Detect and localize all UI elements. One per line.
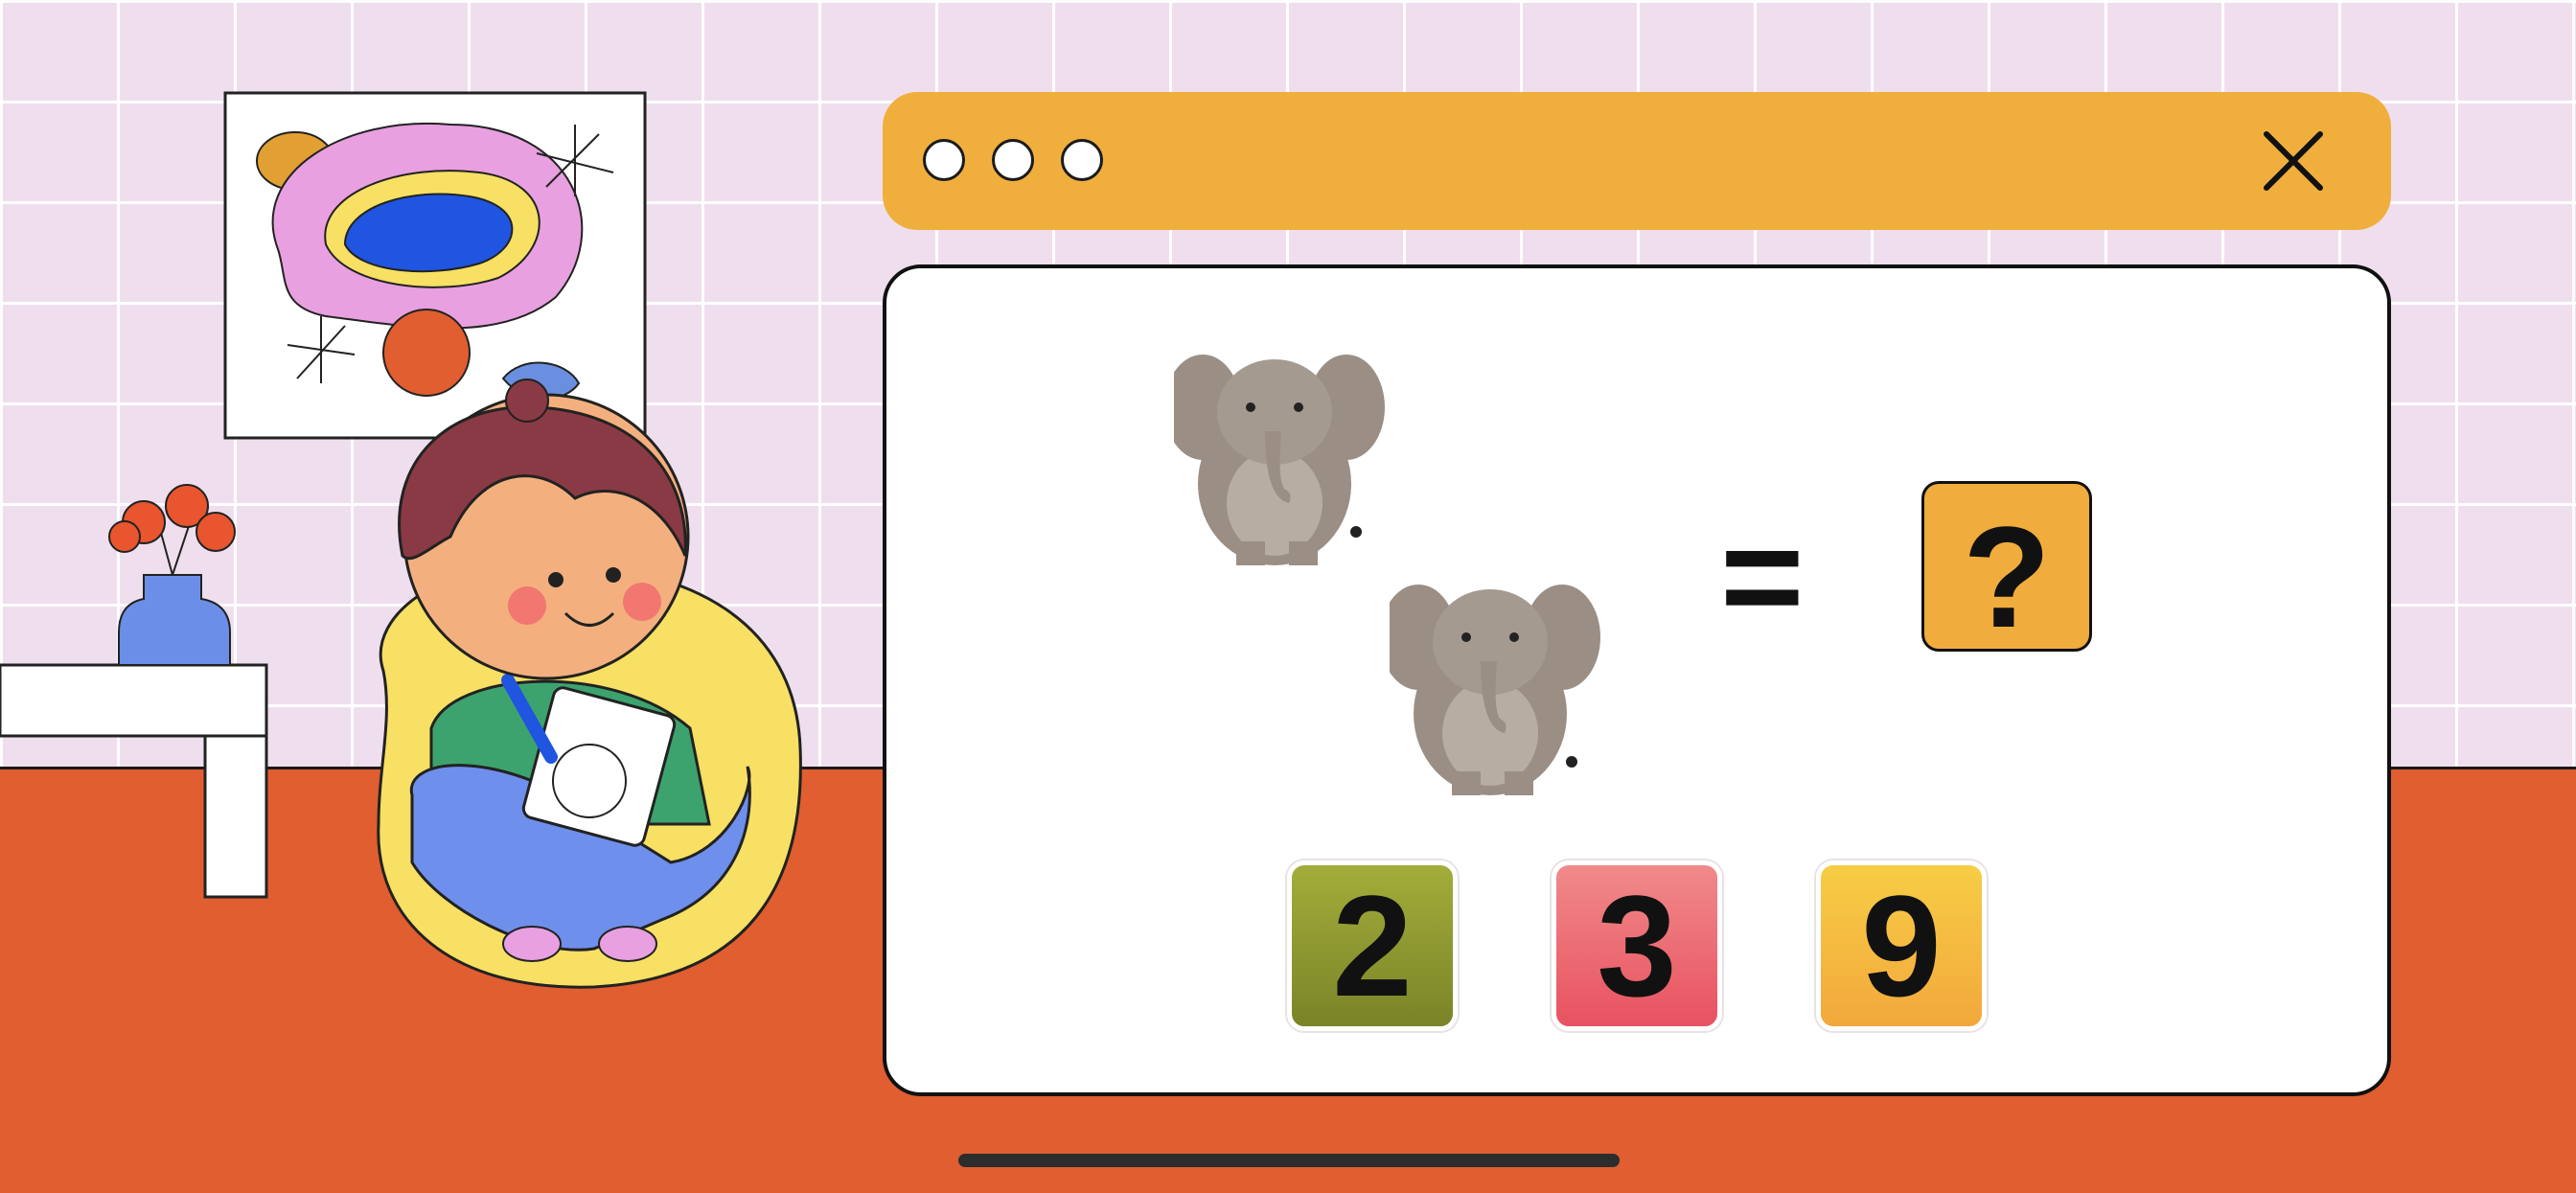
elephant-icon	[1174, 355, 1385, 565]
flower-vase	[108, 484, 236, 666]
side-table	[0, 663, 268, 899]
window-dot-3	[1061, 139, 1103, 181]
elephant-1	[1174, 355, 1385, 565]
choice-label-2: 3	[1597, 865, 1677, 1026]
home-indicator[interactable]	[958, 1154, 1620, 1167]
window-title-bar	[883, 92, 2391, 230]
room-illustration	[0, 91, 802, 989]
choice-label-3: 9	[1861, 865, 1942, 1026]
elephant-icon	[1390, 585, 1600, 795]
game-panel: = ? 2 3 9	[883, 264, 2391, 1096]
choice-label-1: 2	[1332, 865, 1413, 1026]
window-dot-1	[923, 139, 965, 181]
close-button[interactable]	[2261, 128, 2326, 194]
equals-sign: =	[1720, 495, 1805, 656]
elephant-2	[1390, 585, 1600, 795]
close-icon	[2264, 131, 2323, 191]
window-dot-2	[992, 139, 1034, 181]
answer-box: ?	[1921, 481, 2092, 652]
abstract-painting	[223, 91, 647, 440]
choice-button-1[interactable]: 2	[1287, 860, 1458, 1031]
choice-button-2[interactable]: 3	[1552, 860, 1722, 1031]
answer-placeholder: ?	[1963, 496, 2051, 657]
choice-button-3[interactable]: 9	[1816, 860, 1987, 1031]
